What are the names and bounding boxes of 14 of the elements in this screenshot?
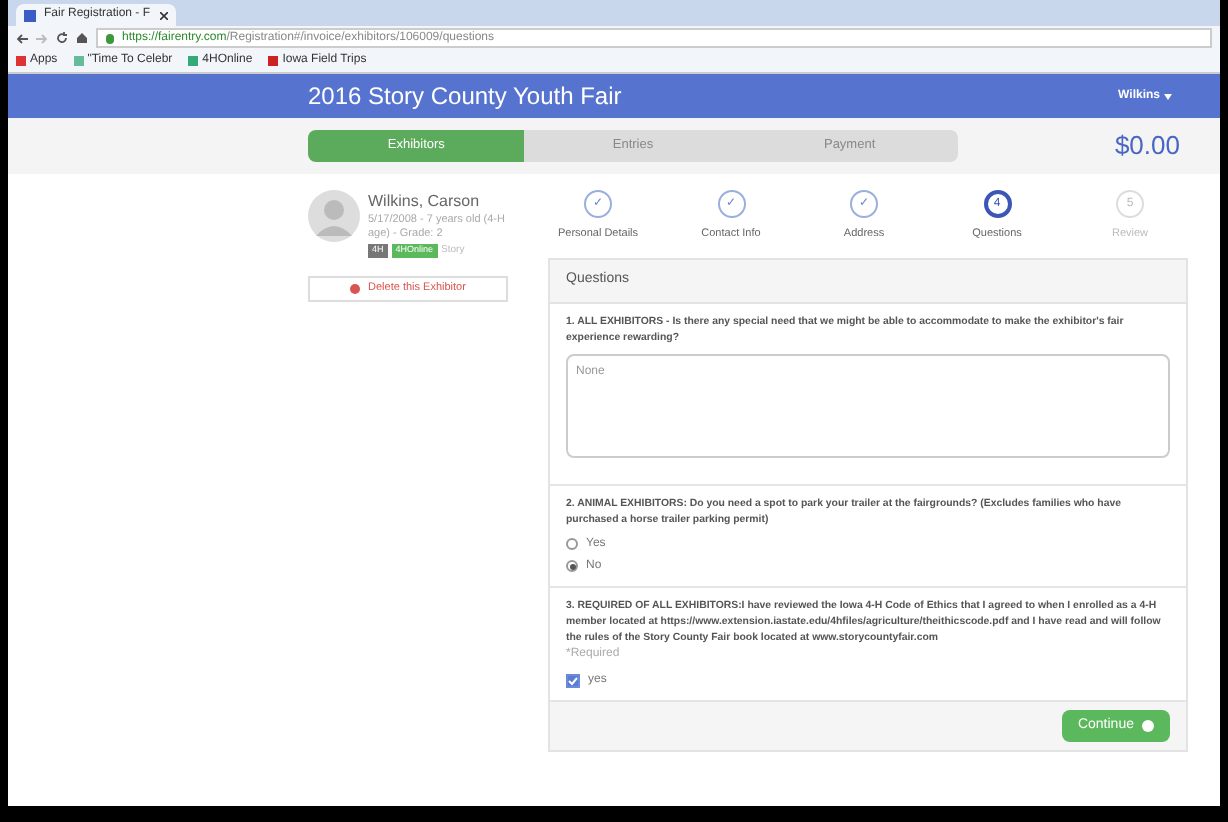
back-icon[interactable] (16, 33, 28, 43)
total-amount: $0.00 (1114, 128, 1180, 165)
fair-title: 2016 Story County Youth Fair (308, 80, 622, 114)
checkbox[interactable] (566, 673, 580, 688)
radio-button[interactable] (566, 538, 578, 551)
favicon-icon (24, 9, 36, 21)
radio-button[interactable] (566, 560, 578, 573)
close-icon[interactable] (160, 11, 168, 19)
remove-icon (350, 283, 361, 293)
avatar-icon (308, 190, 360, 242)
caret-icon (1164, 93, 1172, 99)
exhibitor-name: Wilkins, Carson (368, 190, 482, 214)
home-icon[interactable] (76, 32, 88, 44)
reload-icon[interactable] (56, 32, 68, 44)
